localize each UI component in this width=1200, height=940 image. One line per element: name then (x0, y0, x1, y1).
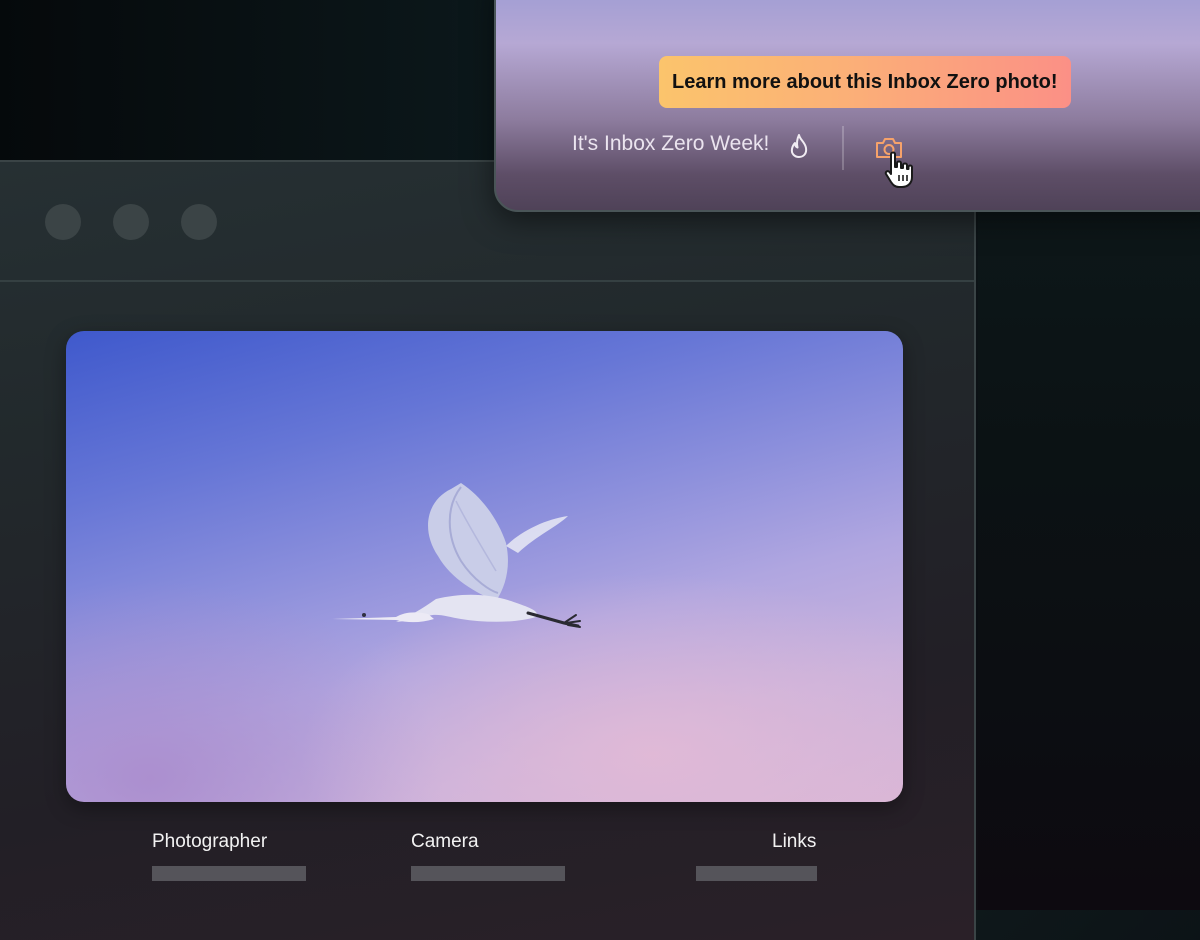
window-close-dot[interactable] (45, 204, 81, 240)
overlay-divider (842, 126, 844, 170)
egret-illustration (332, 483, 581, 628)
flame-icon (788, 133, 810, 164)
camera-placeholder-bar (411, 866, 565, 881)
photographer-placeholder-bar (152, 866, 306, 881)
greeting-text: It's Inbox Zero Week! (572, 132, 770, 155)
pointer-cursor-icon (882, 150, 918, 195)
featured-photo (66, 331, 903, 802)
window-maximize-dot[interactable] (181, 204, 217, 240)
photographer-label: Photographer (152, 831, 268, 852)
window-minimize-dot[interactable] (113, 204, 149, 240)
background-window-top-left (0, 0, 500, 160)
camera-label: Camera (411, 831, 479, 852)
new-tab-overlay: Learn more about this Inbox Zero photo! … (494, 0, 1200, 212)
links-label: Links (772, 831, 817, 852)
links-placeholder-bar (696, 866, 817, 881)
photo-info-tooltip: Learn more about this Inbox Zero photo! (659, 56, 1071, 108)
